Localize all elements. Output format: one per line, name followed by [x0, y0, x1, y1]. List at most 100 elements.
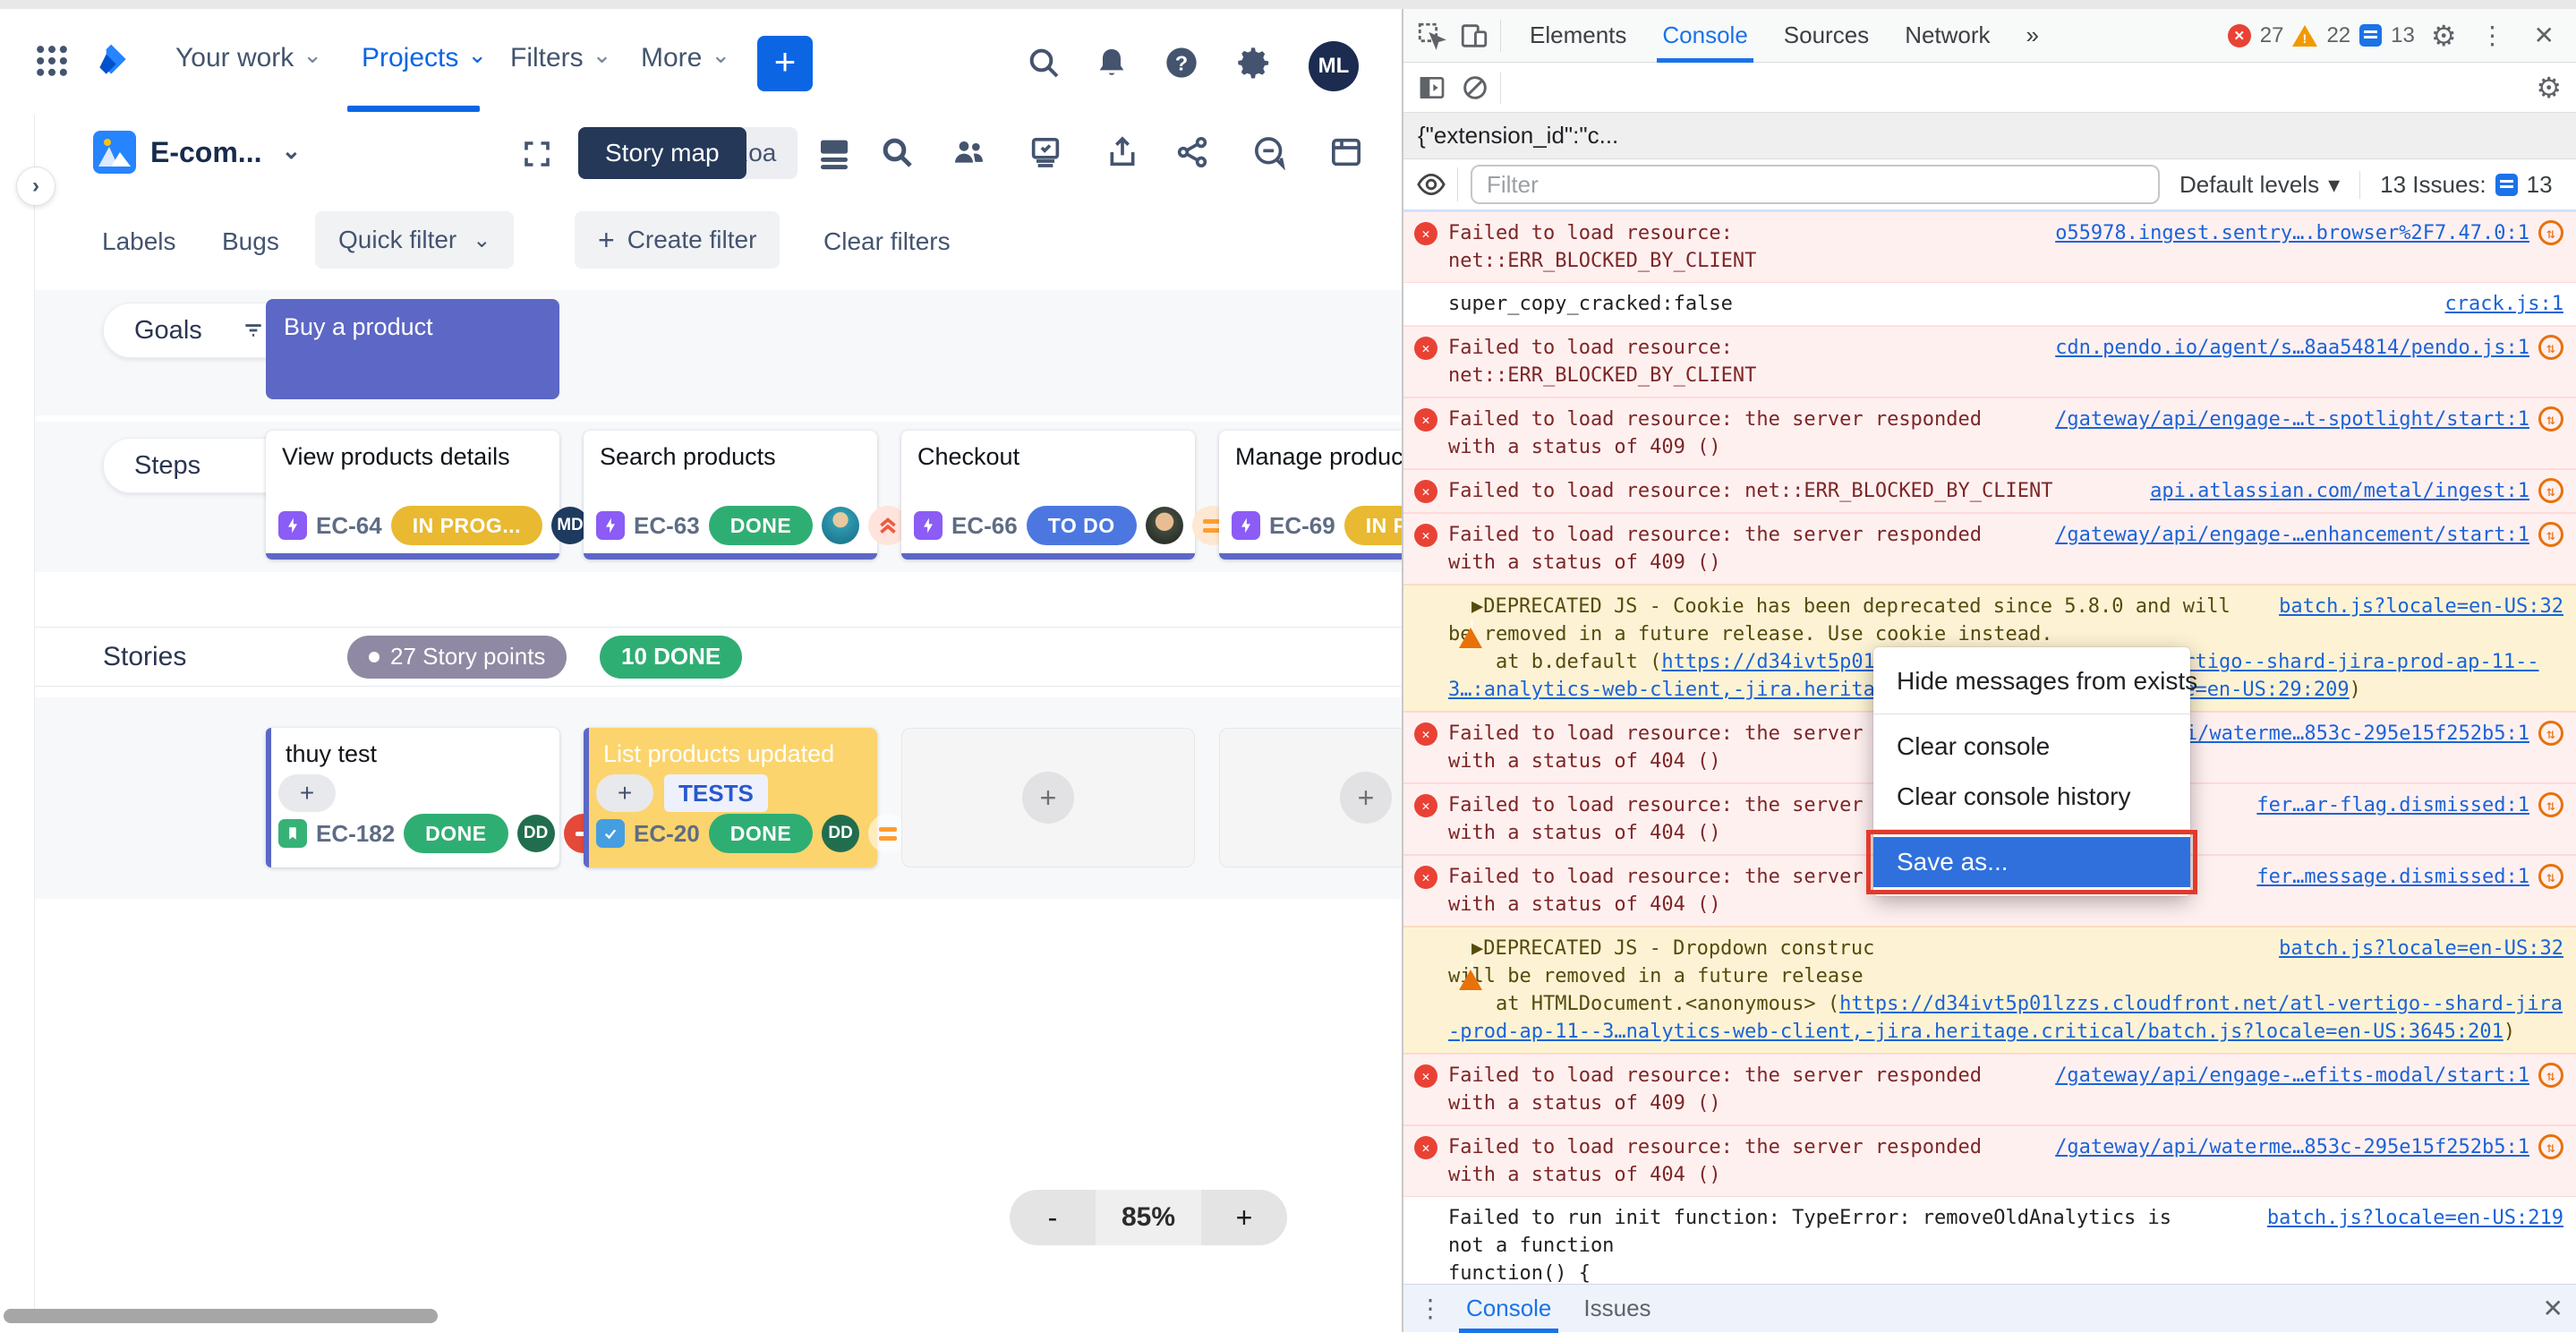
add-button[interactable]: + — [278, 774, 336, 812]
console-source-link[interactable]: /gateway/api/engage-…enhancement/start:1 — [2055, 521, 2529, 549]
console-source-link[interactable]: cdn.pendo.io/agent/s…8aa54814/pendo.js:1 — [2055, 334, 2529, 362]
add-card-button[interactable]: + — [1022, 772, 1074, 824]
add-card-button[interactable]: + — [1340, 772, 1392, 824]
status-badge[interactable]: IN PROG... — [1344, 506, 1402, 545]
devtools-settings-gear-icon[interactable]: ⚙ — [2424, 19, 2464, 53]
console-source-link[interactable]: /gateway/api/waterme…853c-295e15f252b5:1 — [2055, 1133, 2529, 1161]
blocked-request-icon[interactable]: ⇅ — [2538, 1063, 2563, 1088]
message-count[interactable]: 13 — [2391, 23, 2415, 48]
blocked-request-icon[interactable]: ⇅ — [2538, 335, 2563, 360]
filter-bugs[interactable]: Bugs — [222, 227, 279, 256]
board-check-icon[interactable] — [1028, 134, 1063, 170]
live-expression-eye-icon[interactable] — [1416, 169, 1446, 200]
goal-card[interactable]: Buy a product — [266, 299, 559, 399]
console-source-link[interactable]: batch.js?locale=en-US:32 — [2279, 935, 2563, 962]
panel-view-icon[interactable] — [1328, 134, 1364, 170]
status-badge[interactable]: TO DO — [1027, 506, 1137, 545]
console-message[interactable]: batch.js?locale=en-US:219Failed to run i… — [1403, 1197, 2576, 1284]
console-source-link[interactable]: crack.js:1 — [2445, 290, 2563, 318]
more-tabs-chevron[interactable]: » — [2009, 9, 2057, 63]
console-context-selector[interactable]: {"extension_id":"c... — [1403, 113, 2576, 159]
status-badge[interactable]: IN PROG... — [391, 506, 542, 545]
story-card[interactable]: List products updated + TESTS EC-20 DONE… — [584, 728, 877, 867]
console-source-link[interactable]: /gateway/api/engage-…t-spotlight/start:1 — [2055, 406, 2529, 433]
app-switcher-icon[interactable] — [32, 41, 72, 81]
warning-count-icon[interactable]: ! — [2292, 25, 2317, 47]
console-message[interactable]: crack.js:1super_copy_cracked:false — [1403, 283, 2576, 326]
search-icon[interactable] — [1026, 45, 1062, 81]
clear-console-icon[interactable] — [1461, 73, 1489, 102]
sidebar-expand-button[interactable]: › — [16, 167, 55, 206]
rows-view-icon[interactable] — [816, 134, 852, 170]
console-message[interactable]: ✕/gateway/api/engage-…enhancement/start:… — [1403, 513, 2576, 585]
console-sidebar-toggle-icon[interactable] — [1418, 73, 1446, 102]
console-source-link[interactable]: batch.js?locale=en-US:219 — [2267, 1204, 2563, 1232]
console-message[interactable]: ✕/gateway/api/engage-…efits-modal/start:… — [1403, 1054, 2576, 1125]
status-badge[interactable]: DONE — [709, 814, 813, 853]
issue-key[interactable]: EC-182 — [316, 820, 395, 848]
console-source-link[interactable]: fer…message.dismissed:1 — [2256, 863, 2529, 891]
step-card[interactable]: View products details EC-64 IN PROG... M… — [266, 431, 559, 560]
blocked-request-icon[interactable]: ⇅ — [2538, 478, 2563, 503]
assignee-avatar[interactable]: DD — [822, 815, 859, 852]
issues-counter[interactable]: 13 Issues:13 — [2359, 171, 2552, 199]
blocked-request-icon[interactable]: ⇅ — [2538, 1134, 2563, 1159]
issue-key[interactable]: EC-66 — [951, 512, 1018, 540]
notifications-bell-icon[interactable] — [1094, 45, 1130, 81]
console-source-link[interactable]: batch.js?locale=en-US:32 — [2279, 593, 2563, 620]
project-avatar[interactable] — [93, 131, 136, 174]
assignee-avatar[interactable]: DD — [517, 815, 555, 852]
blocked-request-icon[interactable]: ⇅ — [2538, 792, 2563, 817]
console-source-link[interactable]: /gateway/api/engage-…efits-modal/start:1 — [2055, 1062, 2529, 1089]
menu-item-clear-console-history[interactable]: Clear console history — [1873, 772, 2190, 822]
warning-count[interactable]: 22 — [2326, 23, 2350, 48]
board-search-icon[interactable] — [879, 134, 915, 170]
create-button[interactable]: + — [757, 36, 813, 91]
assignee-avatar[interactable] — [1146, 507, 1183, 544]
add-button[interactable]: + — [596, 774, 653, 812]
tab-elements[interactable]: Elements — [1512, 9, 1644, 63]
fullscreen-icon[interactable] — [521, 138, 553, 170]
console-message[interactable]: !batch.js?locale=en-US:32▶DEPRECATED JS … — [1403, 927, 2576, 1054]
console-message[interactable]: ✕o55978.ingest.sentry….browser%2F7.47.0:… — [1403, 211, 2576, 283]
blocked-request-icon[interactable]: ⇅ — [2538, 864, 2563, 889]
menu-item-hide-messages[interactable]: Hide messages from exists — [1873, 656, 2190, 706]
blocked-request-icon[interactable]: ⇅ — [2538, 406, 2563, 432]
step-card[interactable]: Checkout EC-66 TO DO — [901, 431, 1195, 560]
status-badge[interactable]: DONE — [404, 814, 508, 853]
close-devtools-icon[interactable]: ✕ — [2521, 21, 2567, 50]
console-message[interactable]: ✕/gateway/api/engage-…t-spotlight/start:… — [1403, 397, 2576, 469]
label-chip[interactable]: TESTS — [664, 774, 768, 812]
zoom-in-button[interactable]: + — [1201, 1190, 1287, 1245]
issue-key[interactable]: EC-63 — [634, 512, 700, 540]
create-filter-button[interactable]: +Create filter — [575, 211, 780, 269]
nav-filters[interactable]: Filters — [510, 43, 611, 73]
inspect-element-icon[interactable] — [1416, 21, 1446, 51]
blocked-request-icon[interactable]: ⇅ — [2538, 220, 2563, 245]
team-icon[interactable] — [951, 134, 986, 170]
nav-projects[interactable]: Projects — [362, 43, 487, 73]
export-icon[interactable] — [1105, 134, 1140, 170]
share-icon[interactable] — [1174, 134, 1210, 170]
tab-network[interactable]: Network — [1887, 9, 2008, 63]
error-count[interactable]: 27 — [2260, 23, 2284, 48]
quick-filter-dropdown[interactable]: Quick filter⌄ — [315, 211, 514, 269]
drawer-tab-console[interactable]: Console — [1450, 1285, 1567, 1333]
kebab-menu-icon[interactable]: ⋮ — [2473, 21, 2512, 50]
console-message[interactable]: ✕api.atlassian.com/metal/ingest:1⇅Failed… — [1403, 469, 2576, 513]
issue-key[interactable]: EC-64 — [316, 512, 382, 540]
blocked-request-icon[interactable]: ⇅ — [2538, 721, 2563, 746]
message-count-icon[interactable] — [2359, 24, 2382, 47]
issue-key[interactable]: EC-69 — [1269, 512, 1335, 540]
zoom-out-button[interactable]: - — [1010, 1190, 1096, 1245]
settings-gear-icon[interactable] — [1235, 45, 1271, 81]
console-filter-input[interactable] — [1471, 165, 2160, 204]
story-card[interactable]: thuy test + EC-182 DONE DD — [266, 728, 559, 867]
issue-key[interactable]: EC-20 — [634, 820, 700, 848]
step-card[interactable]: Manage products EC-69 IN PROG... — [1219, 431, 1402, 560]
console-message[interactable]: ✕/gateway/api/waterme…853c-295e15f252b5:… — [1403, 1125, 2576, 1197]
tab-console[interactable]: Console — [1644, 9, 1765, 63]
error-count-icon[interactable]: ✕ — [2228, 24, 2251, 47]
tab-sources[interactable]: Sources — [1766, 9, 1887, 63]
view-story-map-button[interactable]: Story map — [578, 127, 746, 179]
